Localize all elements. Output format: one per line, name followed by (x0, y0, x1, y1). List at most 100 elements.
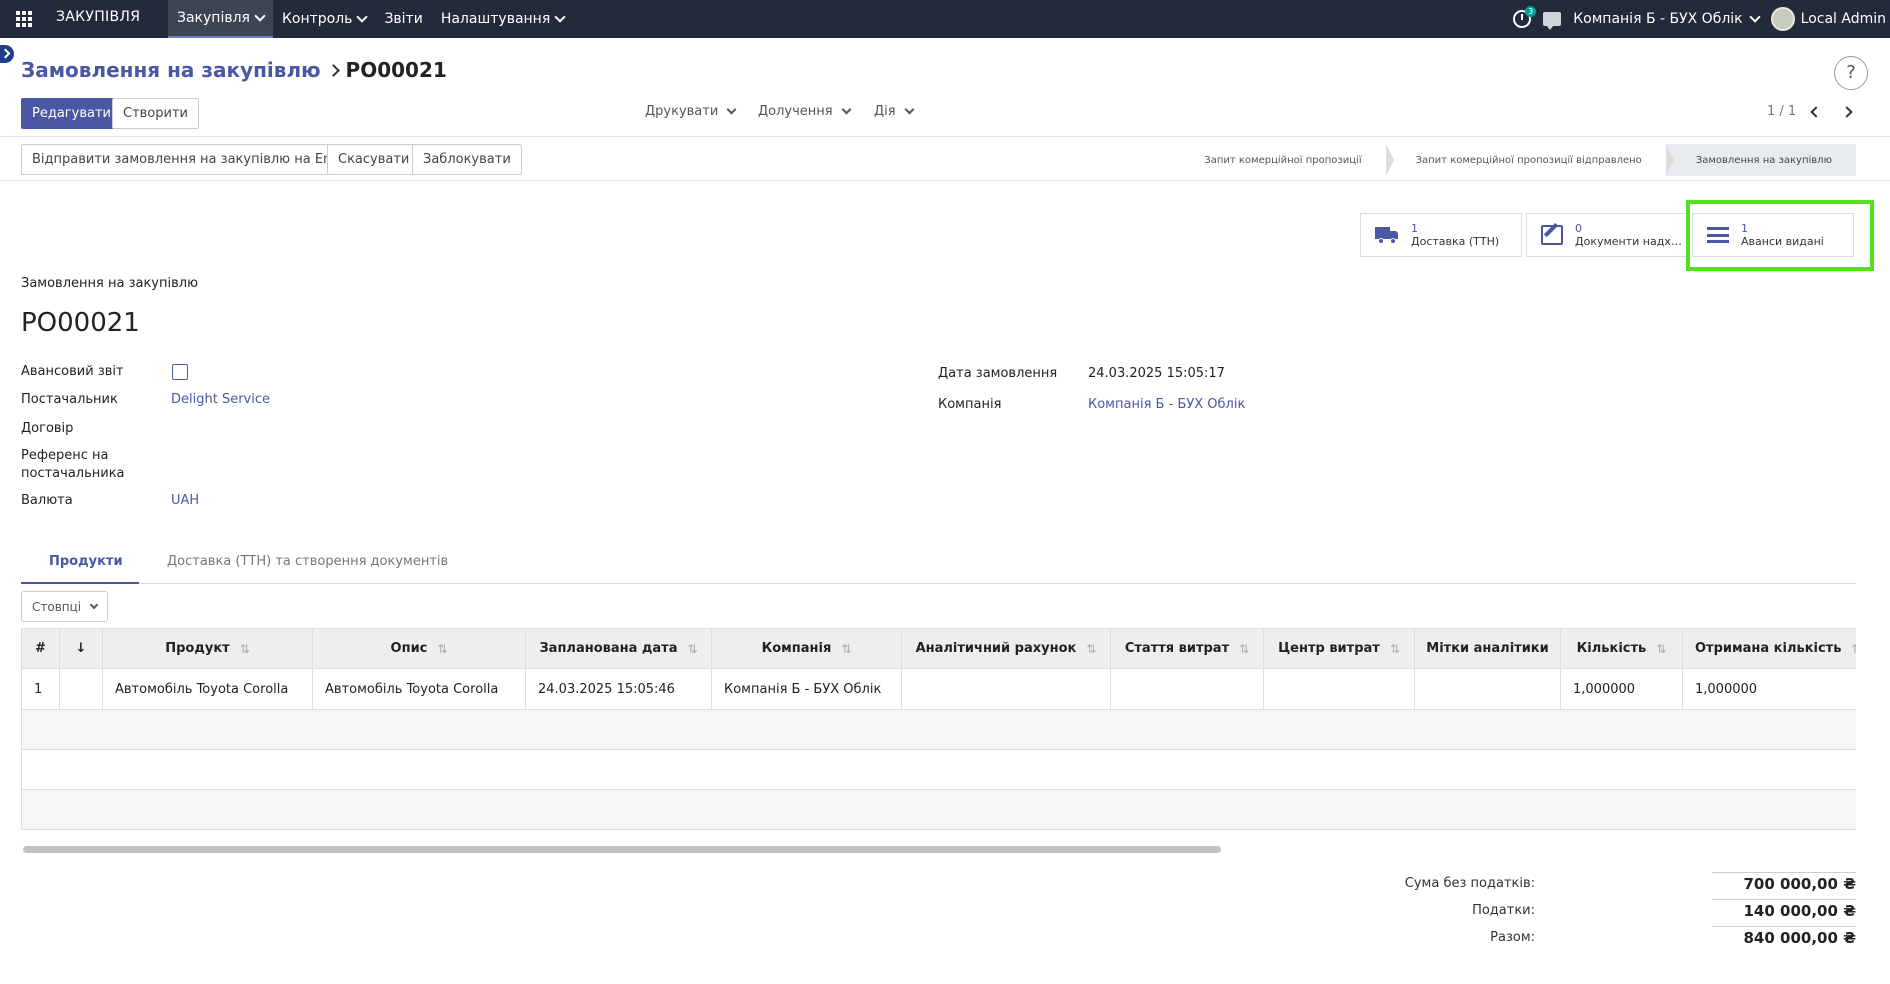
column-header-label: Компанія (761, 641, 832, 656)
sidebar-toggle-icon[interactable] (0, 45, 14, 63)
active-tab-indicator (21, 582, 139, 584)
action-dropdown-label: Дія (874, 104, 896, 119)
send-email-button[interactable]: Відправити замовлення на закупівлю на Em… (21, 144, 362, 175)
sort-icon: ⇅ (841, 641, 852, 656)
pager-next-icon[interactable] (1841, 106, 1853, 118)
smart-button-delivery[interactable]: 1 Доставка (ТТН) (1360, 213, 1522, 257)
tax-amount-value: 140 000,00 ₴ (1712, 899, 1856, 920)
tabs-divider (21, 583, 1856, 584)
menu-settings[interactable]: Налаштування (432, 0, 573, 38)
sort-icon: ⇅ (1656, 641, 1667, 656)
action-dropdown[interactable]: Дія (874, 104, 915, 119)
chevron-down-icon (1748, 11, 1761, 23)
table-header-row: # ↓ Продукт ⇅ Опис ⇅ Запланована дата ⇅ Ком… (22, 629, 1856, 669)
table-cell (60, 669, 103, 709)
column-header-expense-item[interactable]: Стаття витрат ⇅ (1111, 629, 1264, 668)
column-header-label: Аналітичний рахунок (915, 641, 1077, 656)
breadcrumb-current: PO00021 (345, 58, 447, 82)
pager-value[interactable]: 1 / 1 (1767, 104, 1796, 119)
chevron-down-icon (841, 104, 852, 115)
user-name: Local Admin (1800, 11, 1886, 27)
tax-amount-label: Податки: (1472, 903, 1535, 918)
breadcrumb-parent-link[interactable]: Замовлення на закупівлю (21, 58, 321, 82)
column-header-company[interactable]: Компанія ⇅ (712, 629, 902, 668)
chevron-down-icon (254, 10, 266, 22)
chevron-down-icon (554, 11, 566, 23)
activity-clock-icon[interactable]: 3 (1513, 6, 1537, 28)
messages-icon[interactable] (1543, 12, 1562, 30)
table-cell: Автомобіль Toyota Corolla (103, 669, 313, 709)
column-header-sequence[interactable]: ↓ (60, 629, 103, 668)
attachments-dropdown[interactable]: Долучення (758, 104, 852, 119)
status-arrow (1385, 144, 1394, 176)
column-header-quantity[interactable]: Кількість ⇅ (1561, 629, 1683, 668)
smart-button-receipts[interactable]: 0Документи надходження (1526, 213, 1688, 257)
cancel-button[interactable]: Скасувати (327, 144, 421, 175)
apps-menu-icon[interactable] (16, 11, 32, 27)
smart-button-value: 0 (1575, 221, 1582, 235)
print-dropdown[interactable]: Друкувати (645, 104, 737, 119)
main-menu: Закупівля Контроль Звіти Налаштування (168, 0, 573, 38)
table-cell (902, 669, 1111, 709)
total-amount-label: Разом: (1490, 930, 1535, 945)
table-cell: Автомобіль Toyota Corolla (313, 669, 526, 709)
order-date-value[interactable]: 24.03.2025 15:05:17 (1088, 366, 1225, 381)
field-label-advance-report: Авансовий звіт (21, 364, 124, 379)
column-header-scheduled-date[interactable]: Запланована дата ⇅ (526, 629, 712, 668)
edit-button[interactable]: Редагувати (21, 98, 122, 129)
column-header-label: Центр витрат (1278, 641, 1380, 656)
menu-purchase[interactable]: Закупівля (168, 0, 273, 38)
app-brand[interactable]: ЗАКУПІВЛЯ (56, 9, 140, 25)
smart-button-label: Документи надходження (1575, 234, 1683, 248)
columns-button-label: Стовпці (32, 599, 82, 614)
menu-reports[interactable]: Звіти (375, 0, 431, 38)
table-cell: 1,000000 (1561, 669, 1683, 709)
table-cell: 24.03.2025 15:05:46 (526, 669, 712, 709)
column-header-cost-center[interactable]: Центр витрат ⇅ (1264, 629, 1415, 668)
header-divider (0, 180, 1890, 181)
advance-report-checkbox[interactable] (172, 364, 188, 380)
breadcrumb: Замовлення на закупівлю PO00021 (21, 58, 447, 82)
sort-icon: ⇅ (1851, 642, 1856, 656)
column-header-analytic-tags[interactable]: Мітки аналітики (1415, 629, 1561, 668)
column-header-analytic-account[interactable]: Аналітичний рахунок ⇅ (902, 629, 1111, 668)
status-rfq-label: Запит комерційної пропозиції (1204, 154, 1362, 166)
table-row[interactable]: 1 Автомобіль Toyota Corolla Автомобіль T… (22, 669, 1856, 710)
status-rfq-sent[interactable]: Запит комерційної пропозиції відправлено (1385, 144, 1674, 176)
attachments-dropdown-label: Долучення (758, 104, 833, 119)
sort-icon: ⇅ (239, 641, 250, 656)
menu-control-label: Контроль (281, 11, 353, 27)
user-menu[interactable]: Local Admin (1770, 7, 1886, 31)
create-button[interactable]: Створити (112, 98, 199, 129)
untaxed-amount-value: 700 000,00 ₴ (1712, 872, 1856, 893)
record-name: PO00021 (21, 308, 140, 338)
columns-button[interactable]: Стовпці (21, 591, 109, 622)
vendor-link[interactable]: Delight Service (171, 392, 270, 407)
company-switcher[interactable]: Компанія Б - БУХ Облік (1573, 11, 1761, 27)
company-link[interactable]: Компанія Б - БУХ Облік (1088, 397, 1245, 412)
top-navbar: ЗАКУПІВЛЯ Закупівля Контроль Звіти Налаш… (0, 0, 1890, 38)
table-cell (1264, 669, 1415, 709)
column-header-description[interactable]: Опис ⇅ (313, 629, 526, 668)
help-button[interactable]: ? (1834, 56, 1868, 90)
column-header-label: Запланована дата (539, 641, 678, 656)
currency-link[interactable]: UAH (171, 493, 199, 508)
tab-delivery[interactable]: Доставка (ТТН) та створення документів (167, 554, 448, 569)
table-empty-row (22, 750, 1856, 790)
pager-prev-icon[interactable] (1810, 106, 1822, 118)
table-empty-row (22, 710, 1856, 750)
field-label-currency: Валюта (21, 493, 73, 508)
highlight-box (1686, 200, 1874, 271)
column-header-received-qty[interactable]: Отримана кількість ⇅ (1683, 629, 1856, 668)
table-horizontal-scrollbar[interactable] (23, 846, 1221, 853)
tab-products[interactable]: Продукти (49, 554, 123, 569)
table-empty-row (22, 790, 1856, 830)
lock-button[interactable]: Заблокувати (412, 144, 522, 175)
table-cell (1415, 669, 1561, 709)
total-amount-value: 840 000,00 ₴ (1712, 926, 1856, 947)
status-arrow (1665, 144, 1674, 176)
column-header-product[interactable]: Продукт ⇅ (103, 629, 313, 668)
status-rfq[interactable]: Запит комерційної пропозиції (1174, 144, 1394, 176)
menu-control[interactable]: Контроль (273, 0, 375, 38)
field-label-contract: Договір (21, 421, 74, 436)
